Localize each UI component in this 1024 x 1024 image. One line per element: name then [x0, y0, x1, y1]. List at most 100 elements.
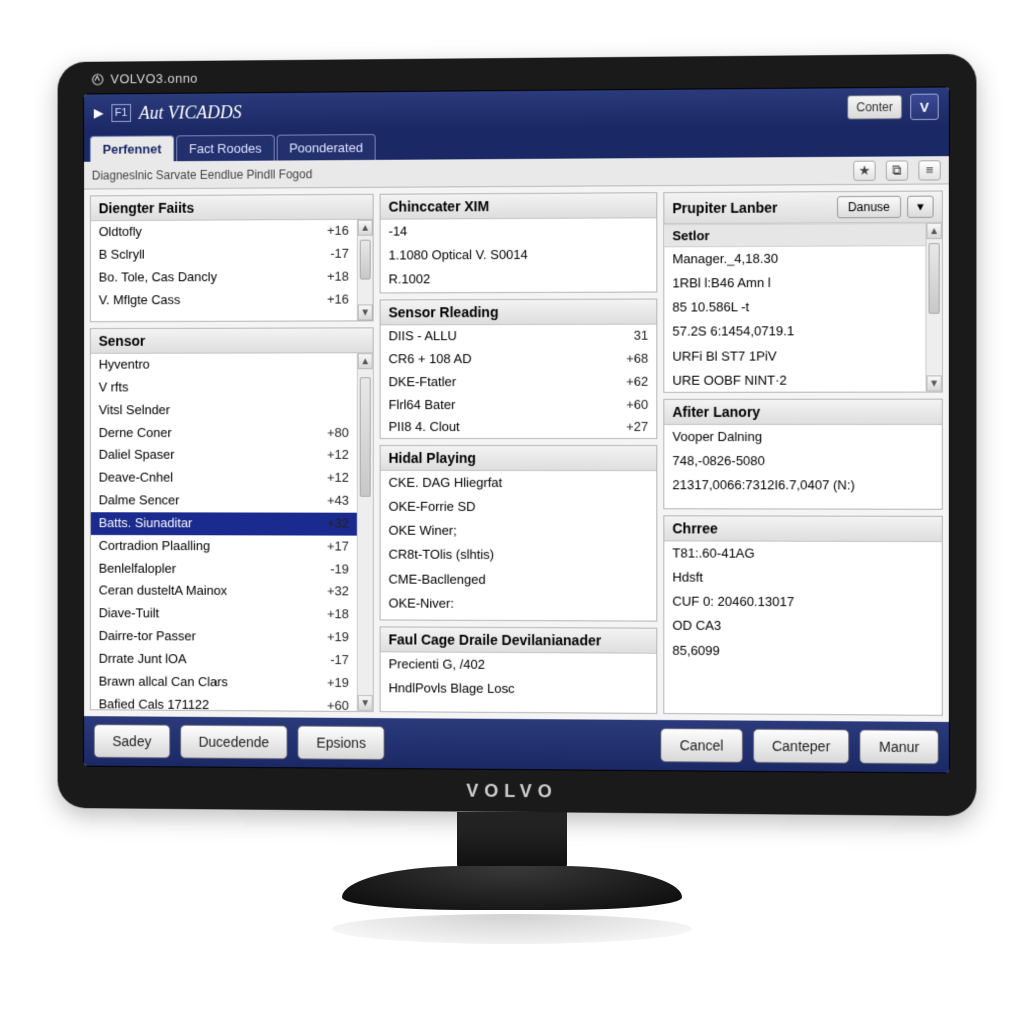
text-row: CUF 0: 20460.13017: [664, 590, 941, 615]
list-row[interactable]: Dairre-tor Passer+19: [91, 625, 357, 649]
list-row[interactable]: V. Mflgte Cass+16: [91, 288, 357, 312]
row-value: +17: [305, 537, 349, 556]
scroll-up-icon[interactable]: ▲: [358, 220, 373, 236]
scroll-down-icon[interactable]: ▼: [358, 304, 373, 320]
copy-icon[interactable]: ⧉: [886, 160, 908, 180]
titlebar: ▶ F1 Aut VICADDS Conter V: [84, 87, 949, 132]
list-row[interactable]: Bo. Tole, Cas Dancly+18: [91, 265, 357, 289]
scroll-down-icon[interactable]: ▼: [358, 695, 373, 711]
list-row[interactable]: Bafied Cals 171122+60: [91, 693, 357, 711]
danuse-button[interactable]: Danuse: [837, 196, 901, 219]
row-value: -19: [305, 560, 349, 579]
list-row[interactable]: Drrate Junt lOA-17: [91, 648, 357, 672]
panel-chree: Chrree T81:.60-41AGHdsftCUF 0: 20460.130…: [663, 515, 942, 716]
row-label: Oldtofly: [99, 222, 306, 242]
row-label: DKE-Ftatler: [389, 373, 605, 392]
monitor-brand-top: VOLVO3.onno: [91, 71, 198, 87]
scrollbar[interactable]: ▲ ▼: [357, 220, 373, 321]
star-icon[interactable]: ★: [853, 160, 875, 180]
list-row[interactable]: Ceran dusteltA Mainox+32: [91, 580, 357, 604]
scrollbar[interactable]: ▲ ▼: [925, 223, 941, 392]
list-row[interactable]: B Sclryll-17: [91, 243, 357, 267]
list-row[interactable]: Dalme Sencer+43: [91, 490, 357, 513]
titlebar-badge: F1: [111, 104, 131, 122]
row-value: +18: [305, 267, 349, 286]
text-row: T81:.60-41AG: [664, 541, 941, 566]
section-setlor: Setlor: [664, 223, 925, 247]
row-value: +32: [305, 583, 349, 602]
manur-button[interactable]: Manur: [860, 729, 939, 764]
panel-sensor-reading: Sensor Rleading DIIS - ALLU31CR6 + 108 A…: [380, 299, 658, 439]
tab-poonderated[interactable]: Poonderated: [276, 134, 375, 161]
scrollbar[interactable]: ▲ ▼: [357, 353, 373, 711]
scroll-up-icon[interactable]: ▲: [358, 353, 373, 369]
corner-button[interactable]: Conter: [847, 95, 902, 120]
scroll-down-icon[interactable]: ▼: [926, 375, 941, 391]
list-row[interactable]: PII8 4. Clout+27: [381, 416, 657, 438]
row-value: +12: [305, 469, 349, 488]
row-value: 31: [604, 327, 648, 346]
scroll-up-icon[interactable]: ▲: [926, 223, 941, 239]
list-row[interactable]: Daliel Spaser+12: [91, 444, 357, 467]
list-row[interactable]: Batts. Siunaditar+32: [91, 512, 357, 535]
sadey-button[interactable]: Sadey: [94, 724, 170, 758]
epsions-button[interactable]: Epsions: [298, 726, 385, 761]
row-label: Derne Coner: [99, 424, 306, 443]
list-row[interactable]: DIIS - ALLU31: [381, 325, 657, 348]
tab-perfennet[interactable]: Perfennet: [90, 135, 174, 161]
list-row[interactable]: CR6 + 108 AD+68: [381, 348, 657, 371]
list-row[interactable]: Deave-Cnhel+12: [91, 467, 357, 490]
tab-fact-roodes[interactable]: Fact Roodes: [176, 135, 274, 161]
row-value: +80: [305, 424, 349, 443]
text-row: CKE. DAG Hliegrfat: [381, 471, 657, 495]
list-row[interactable]: Diave-Tuilt+18: [91, 603, 357, 627]
panel-sensor: Sensor Hyventro V rfts Vitsl Selnder Derne …: [90, 327, 374, 712]
list-row[interactable]: Oldtofly+16: [91, 220, 357, 244]
row-value: +32: [305, 515, 349, 534]
panel-title: Sensor: [99, 333, 146, 349]
list-row[interactable]: Derne Coner+80: [91, 422, 357, 445]
panel-hidal-playing: Hidal Playing CKE. DAG HliegrfatOKE-Forr…: [380, 445, 658, 622]
panel-title: Chrree: [672, 520, 717, 536]
app-title: Aut VICADDS: [139, 102, 242, 124]
list-row[interactable]: Cortradion Plaalling+17: [91, 535, 357, 558]
list-row[interactable]: V rfts: [91, 376, 357, 399]
list-row[interactable]: Vitsl Selnder: [91, 399, 357, 422]
text-row: Vooper Dalning: [664, 425, 941, 449]
text-row: URFi Bl ST7 1PiV: [664, 344, 925, 369]
text-row: 85 10.586L -t: [664, 295, 925, 320]
row-value: +43: [305, 492, 349, 511]
text-row: 85,6099: [664, 638, 941, 664]
cancel-button[interactable]: Cancel: [660, 728, 742, 763]
row-label: Hyventro: [99, 355, 306, 374]
row-label: Benlelfalopler: [99, 559, 306, 578]
menu-icon[interactable]: ≡: [918, 160, 940, 180]
row-value: +18: [305, 605, 349, 624]
workarea: Diengter Faiits Oldtofly+16B Sclryll-17B…: [84, 184, 949, 722]
row-label: B Sclryll: [99, 245, 306, 265]
row-value: +60: [604, 395, 648, 414]
list-row[interactable]: DKE-Ftatler+62: [381, 370, 657, 393]
ducedende-button[interactable]: Ducedende: [180, 725, 288, 760]
text-row: 1.1080 Optical V. S0014: [381, 242, 657, 267]
list-row[interactable]: Flrl64 Bater+60: [381, 393, 657, 416]
row-label: Bo. Tole, Cas Dancly: [99, 268, 306, 287]
row-label: Brawn allcal Can Clars: [99, 672, 306, 692]
list-row[interactable]: Brawn allcal Can Clars+19: [91, 670, 357, 694]
row-label: Cortradion Plaalling: [99, 537, 306, 556]
text-row: 57.2S 6:1454,0719.1: [664, 319, 925, 344]
canteper-button[interactable]: Canteper: [753, 729, 850, 764]
dropdown-icon[interactable]: ▾: [907, 196, 933, 218]
panel-title: Chinccater XIM: [389, 198, 490, 215]
panel-title: Faul Cage Draile Devilanianader: [389, 631, 602, 648]
text-row: R.1002: [381, 267, 657, 292]
corner-v-button[interactable]: V: [910, 94, 939, 120]
row-value: +62: [604, 372, 648, 391]
panel-fault-cage: Faul Cage Draile Devilanianader Precient…: [380, 626, 658, 714]
monitor-brand-bottom: VOLVO: [58, 777, 977, 806]
app-window: ▶ F1 Aut VICADDS Conter V Perfennet Fact…: [83, 86, 950, 773]
list-row[interactable]: Benlelfalopler-19: [91, 557, 357, 581]
row-label: Diave-Tuilt: [99, 605, 306, 625]
row-label: Vitsl Selnder: [99, 401, 306, 420]
list-row[interactable]: Hyventro: [91, 353, 357, 376]
